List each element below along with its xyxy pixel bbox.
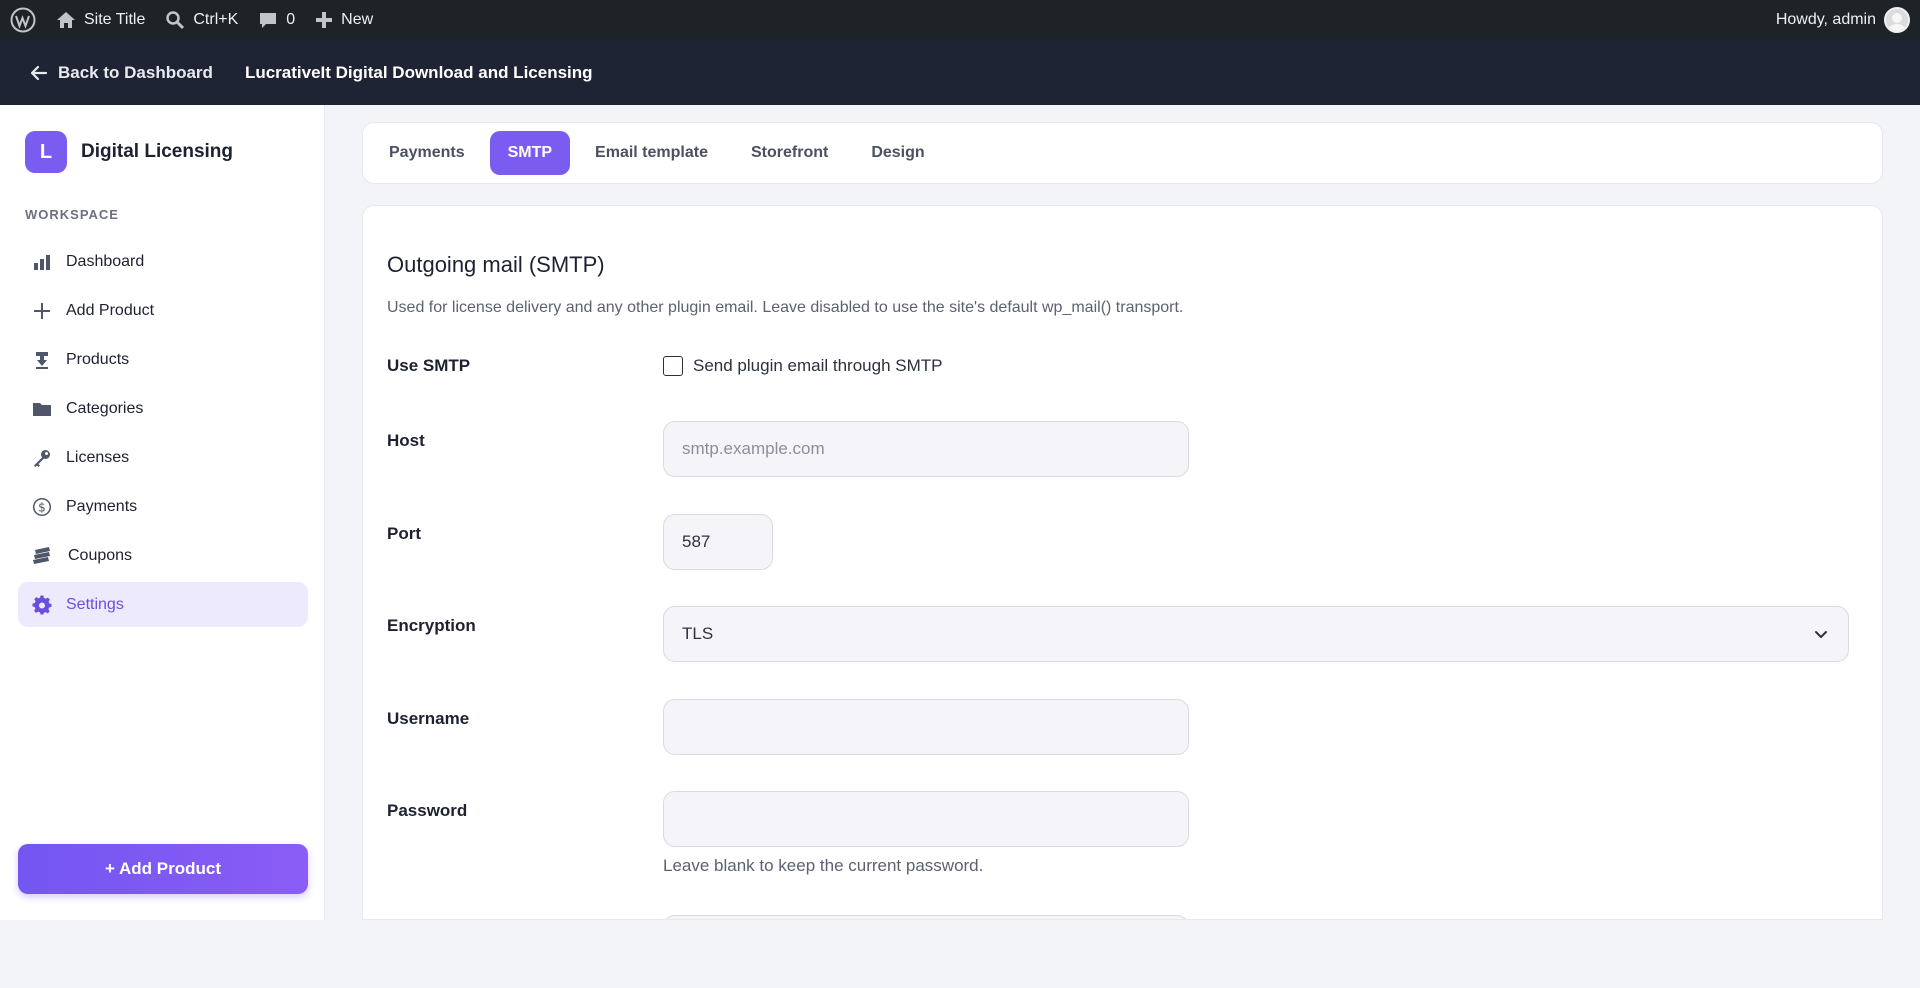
tickets-icon [33,546,50,564]
sidebar-item-categories[interactable]: Categories [18,386,308,431]
sidebar-item-label: Dashboard [66,252,145,270]
brand-name: Digital Licensing [81,141,234,162]
plus-icon [316,12,333,28]
download-icon [36,351,48,369]
sidebar-item-label: Categories [66,399,144,417]
workspace-section-label: WORKSPACE [25,207,119,222]
sidebar-item-label: Products [66,350,130,368]
sidebar-item-label: Payments [66,497,138,515]
sidebar-item-label: Licenses [66,448,130,466]
avatar [1884,7,1910,33]
add-product-button[interactable]: + Add Product [18,844,308,894]
wp-admin-bar: Site Title Ctrl+K 0 New Howdy, admin [0,0,1920,40]
folder-icon [33,402,51,416]
key-icon [34,449,50,467]
plugin-header: Back to Dashboard LucrativeIt Digital Do… [0,40,1920,105]
use-smtp-checkbox-row[interactable]: Send plugin email through SMTP [663,356,942,376]
smtp-settings-panel: Outgoing mail (SMTP) Used for license de… [362,205,1883,920]
wordpress-logo-icon [10,7,36,33]
settings-tabs: Payments SMTP Email template Storefront … [362,122,1883,184]
port-label: Port [387,524,421,543]
section-title: Outgoing mail (SMTP) [387,252,605,277]
sidebar-item-settings[interactable]: Settings [18,582,308,627]
back-label: Back to Dashboard [58,62,213,82]
sidebar-nav: Dashboard Add Product Products Categorie… [18,239,308,631]
back-to-dashboard-link[interactable]: Back to Dashboard [30,63,213,83]
comments-count: 0 [286,11,296,28]
use-smtp-checkbox-label: Send plugin email through SMTP [693,356,943,375]
search-shortcut-label: Ctrl+K [193,11,239,28]
encryption-value: TLS [682,624,714,643]
howdy-label: Howdy, admin [1775,11,1876,28]
host-placeholder: smtp.example.com [682,439,825,458]
plus-icon [34,302,50,319]
gear-icon [32,594,52,614]
port-value: 587 [682,532,711,551]
arrow-left-icon [30,65,48,80]
chevron-down-icon [1815,631,1827,638]
comments-link[interactable]: 0 [248,0,305,40]
comment-icon [260,13,277,28]
home-icon [57,12,75,28]
host-input[interactable]: smtp.example.com [663,421,1189,477]
encryption-select[interactable]: TLS [663,606,1849,662]
dollar-icon: $ [32,497,52,516]
port-input[interactable]: 587 [663,514,773,570]
tab-storefront[interactable]: Storefront [733,131,846,175]
encryption-label: Encryption [387,616,476,635]
svg-text:$: $ [38,500,46,514]
username-label: Username [387,709,470,728]
username-input[interactable] [663,699,1189,755]
site-title-label: Site Title [84,11,146,28]
tab-smtp[interactable]: SMTP [489,131,571,175]
wordpress-logo-button[interactable] [0,0,46,40]
sidebar-item-dashboard[interactable]: Dashboard [18,239,308,284]
host-label: Host [387,431,425,450]
sidebar-item-label: Settings [66,595,124,613]
password-help-text: Leave blank to keep the current password… [663,856,984,875]
brand-logo: L [25,131,67,173]
sidebar-item-payments[interactable]: $ Payments [18,484,308,529]
password-input[interactable] [663,791,1189,847]
new-label: New [341,11,374,28]
page-background-strip [0,920,1920,988]
tab-email-template[interactable]: Email template [577,131,726,175]
sidebar-item-licenses[interactable]: Licenses [18,435,308,480]
new-content-button[interactable]: New [305,0,383,40]
sidebar-item-label: Coupons [68,546,133,564]
bar-chart-icon [34,254,50,270]
sidebar-item-add-product[interactable]: Add Product [18,288,308,333]
tab-payments[interactable]: Payments [387,131,483,175]
search-icon [166,11,185,30]
use-smtp-checkbox[interactable] [663,356,683,376]
sidebar-item-label: Add Product [66,301,155,319]
password-label: Password [387,801,468,820]
section-description: Used for license delivery and any other … [387,299,1184,316]
site-title-link[interactable]: Site Title [46,0,155,40]
brand: L Digital Licensing [25,131,233,173]
command-search-button[interactable]: Ctrl+K [155,0,248,40]
sidebar: L Digital Licensing WORKSPACE Dashboard … [0,105,325,920]
my-account-menu[interactable]: Howdy, admin [1766,0,1920,40]
tab-design[interactable]: Design [853,131,942,175]
sidebar-item-products[interactable]: Products [18,337,308,382]
plugin-title: LucrativeIt Digital Download and Licensi… [244,62,593,82]
use-smtp-label: Use SMTP [387,356,471,375]
sidebar-item-coupons[interactable]: Coupons [18,533,308,578]
